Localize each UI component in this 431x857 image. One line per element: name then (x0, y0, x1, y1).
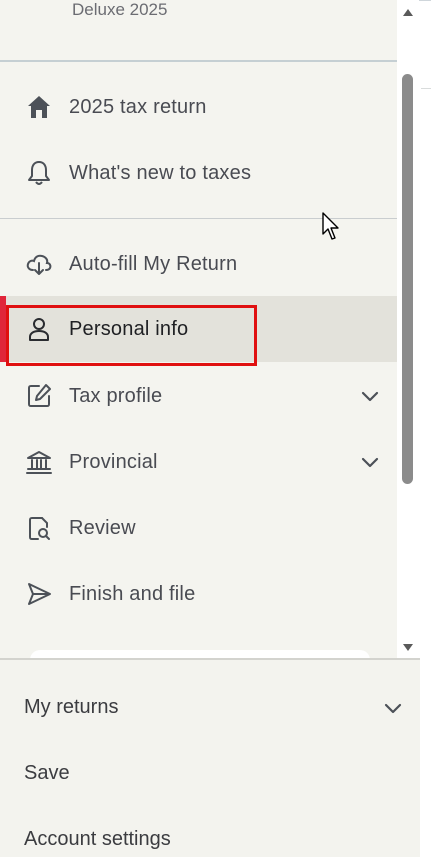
document-search-icon (29, 517, 50, 540)
nav-item-label: Finish and file (69, 582, 196, 605)
header-divider (0, 60, 397, 62)
scroll-up-arrow-icon[interactable] (400, 4, 416, 20)
nav-item-review[interactable]: Review (0, 495, 397, 561)
nav-item-label: What's new to taxes (69, 161, 252, 184)
edit-icon (28, 384, 51, 407)
send-icon (28, 583, 51, 605)
highlight-box (6, 305, 257, 366)
nav-item-tax-return[interactable]: 2025 tax return (0, 74, 397, 140)
account-settings-link[interactable]: Account settings (24, 828, 171, 851)
my-returns-link[interactable]: My returns (24, 696, 118, 719)
nav-item-label: Provincial (69, 450, 158, 473)
mouse-cursor-icon (322, 212, 339, 240)
scrollbar-thumb[interactable] (402, 74, 413, 484)
cloud-download-icon (26, 254, 52, 275)
nav-item-label: Auto-fill My Return (69, 252, 238, 275)
nav-item-label: Tax profile (69, 384, 163, 407)
nav-item-label: Review (69, 516, 136, 539)
chevron-down-icon[interactable] (358, 384, 382, 408)
nav-item-label: 2025 tax return (69, 95, 207, 118)
nav-item-finish-and-file[interactable]: Finish and file (0, 561, 397, 627)
chevron-down-icon[interactable] (358, 450, 382, 474)
nav-item-whats-new[interactable]: What's new to taxes (0, 140, 397, 206)
nav-item-provincial[interactable]: Provincial (0, 429, 397, 495)
nav-item-tax-profile[interactable]: Tax profile (0, 363, 397, 429)
content-divider (421, 88, 431, 89)
chevron-down-icon[interactable] (381, 696, 405, 720)
scroll-down-arrow-icon[interactable] (400, 640, 416, 656)
save-link[interactable]: Save (24, 762, 70, 785)
product-name: Deluxe 2025 (72, 0, 168, 19)
government-building-icon (26, 451, 52, 474)
account-menu: My returns Save Account settings (0, 658, 420, 857)
bell-icon (28, 161, 50, 185)
house-icon (28, 96, 50, 118)
